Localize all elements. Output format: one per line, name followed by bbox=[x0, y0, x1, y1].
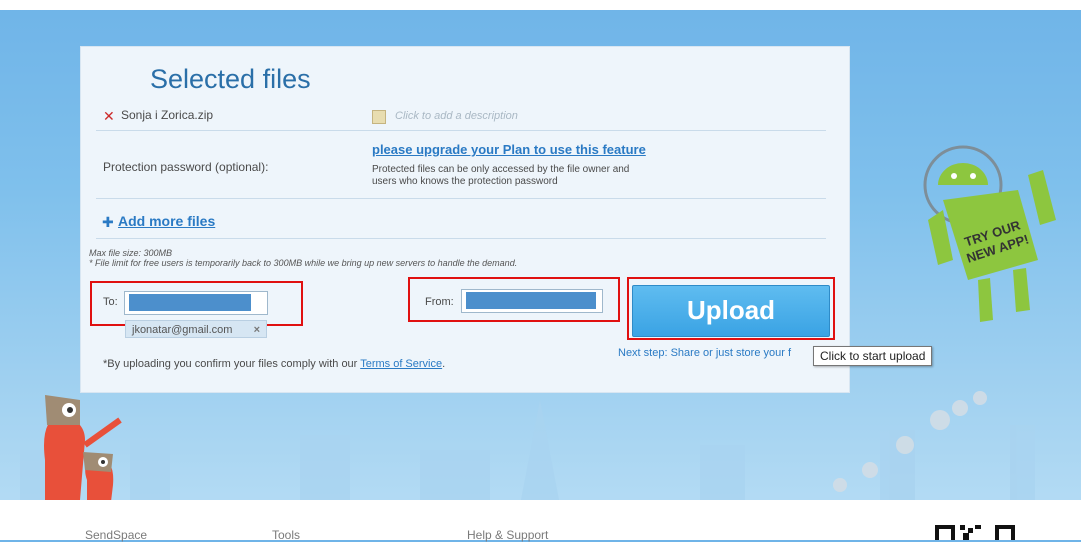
terms-prefix: *By uploading you confirm your files com… bbox=[103, 358, 361, 370]
plus-icon: ✚ bbox=[102, 214, 114, 230]
terms-suffix: . bbox=[442, 358, 446, 370]
password-note-line2: users who knows the protection password bbox=[372, 176, 558, 187]
password-label: Protection password (optional): bbox=[103, 160, 269, 174]
terms-of-service-link[interactable]: Terms of Service bbox=[360, 358, 442, 370]
page-title: Selected files bbox=[150, 64, 311, 94]
add-more-files-link[interactable]: Add more files bbox=[118, 213, 215, 229]
max-size-note: Max file size: 300MB bbox=[89, 248, 173, 258]
next-step-text: Next step: Share or just store your f bbox=[618, 347, 792, 359]
divider bbox=[96, 198, 826, 199]
top-strip bbox=[0, 0, 1081, 10]
android-robot-icon: TRY OUR NEW APP! bbox=[923, 145, 1056, 322]
recipient-email: jkonatar@gmail.com bbox=[132, 324, 233, 336]
mascot-characters bbox=[44, 395, 122, 510]
highlight-upload-box bbox=[627, 277, 835, 340]
password-note-line1: Protected files can be only accessed by … bbox=[372, 164, 630, 175]
file-limit-note: * File limit for free users is temporari… bbox=[89, 258, 518, 268]
remove-recipient-icon[interactable]: × bbox=[254, 321, 260, 339]
app-promo[interactable]: TRY OUR NEW APP! bbox=[918, 130, 1058, 330]
file-name: Sonja i Zorica.zip bbox=[121, 108, 214, 122]
divider bbox=[96, 238, 826, 239]
qr-code-icon bbox=[935, 520, 1020, 540]
terms-text: *By uploading you confirm your files com… bbox=[103, 358, 445, 370]
city-skyline bbox=[20, 391, 1035, 505]
upgrade-plan-link[interactable]: please upgrade your Plan to use this fea… bbox=[372, 142, 646, 157]
recipient-chip: jkonatar@gmail.com × bbox=[125, 320, 267, 338]
highlight-from-box bbox=[408, 277, 620, 322]
file-description-input[interactable]: Click to add a description bbox=[395, 110, 518, 122]
remove-file-icon[interactable]: ✕ bbox=[103, 108, 115, 125]
upload-tooltip: Click to start upload bbox=[813, 346, 933, 366]
divider bbox=[96, 130, 826, 131]
pencil-icon bbox=[372, 110, 386, 124]
